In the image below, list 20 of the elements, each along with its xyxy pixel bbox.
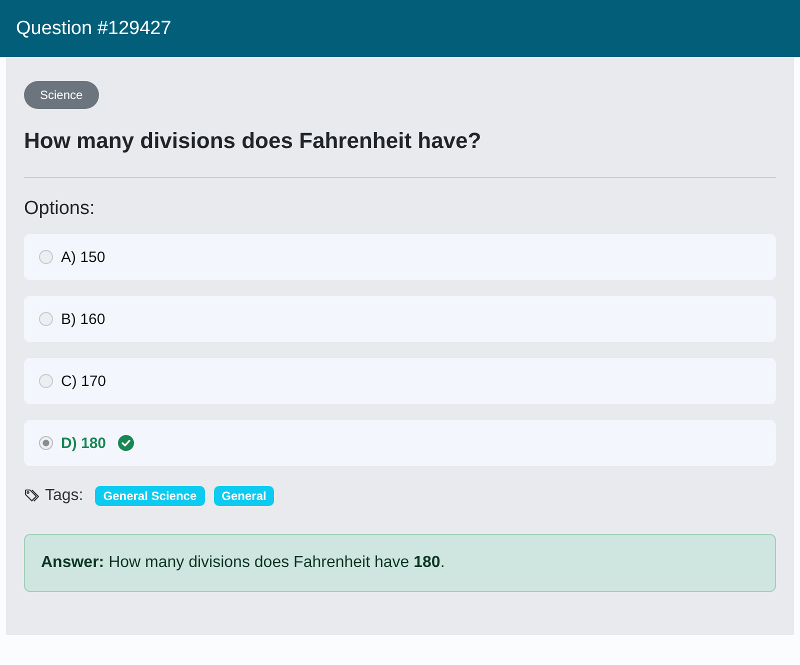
option-row[interactable]: C) 170 <box>24 358 776 404</box>
option-label: D) 180 <box>61 434 106 452</box>
question-text: How many divisions does Fahrenheit have? <box>24 127 482 155</box>
option-row[interactable]: B) 160 <box>24 296 776 342</box>
tags-icon <box>24 488 40 504</box>
option-label: C) 170 <box>61 372 106 390</box>
option-label: B) 160 <box>61 310 106 328</box>
radio-button[interactable] <box>39 312 53 326</box>
answer-text: Answer: How many divisions does Fahrenheit have 180. <box>41 554 445 572</box>
category-badge: Science <box>24 81 99 109</box>
check-circle-icon <box>118 435 134 451</box>
radio-button[interactable] <box>39 374 53 388</box>
options-heading: Options: <box>24 197 95 221</box>
tags-label: Tags: <box>45 487 84 505</box>
option-row[interactable]: D) 180 <box>24 420 776 466</box>
option-row[interactable]: A) 150 <box>24 234 776 280</box>
radio-button[interactable] <box>39 250 53 264</box>
radio-button[interactable] <box>39 436 53 450</box>
question-title: Question #129427 <box>16 18 172 40</box>
option-label: A) 150 <box>61 248 106 266</box>
